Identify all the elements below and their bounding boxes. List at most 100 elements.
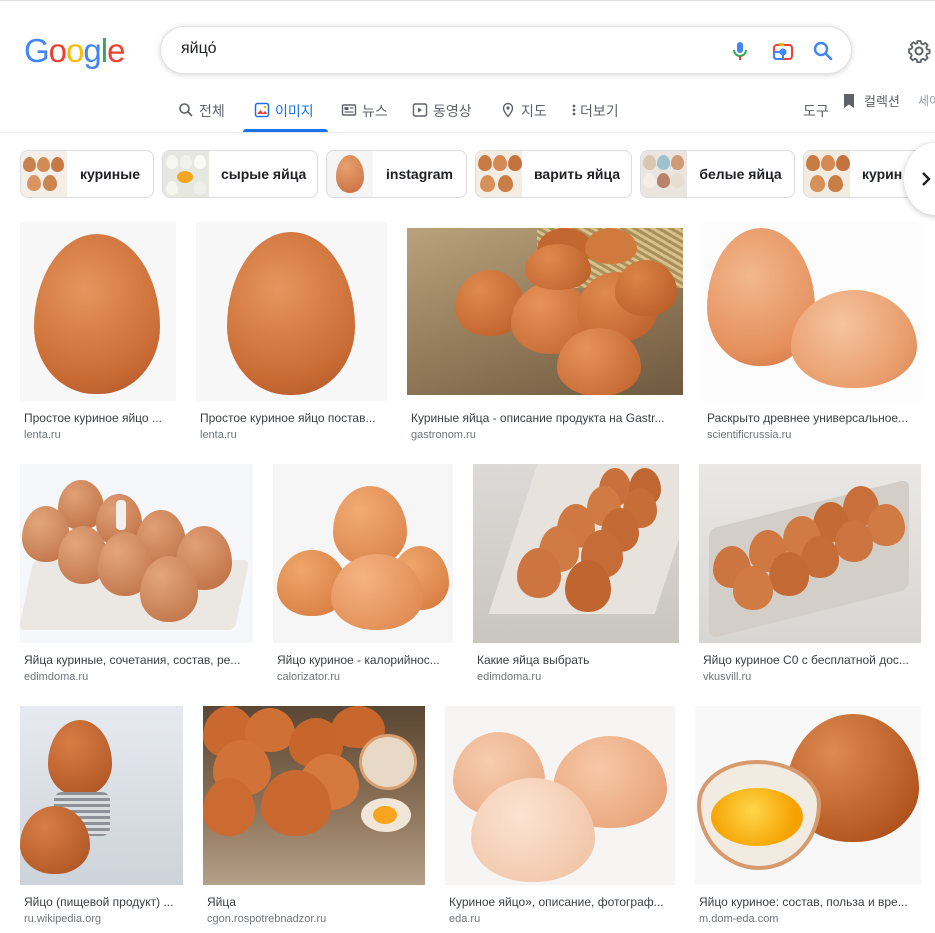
settings-gear-icon[interactable] [907,39,931,63]
chip-white-eggs[interactable]: белые яйца [640,150,795,198]
result-thumbnail[interactable] [273,464,453,643]
tab-label: 지도 [521,103,547,119]
image-result[interactable]: Яйцо куриное: состав, польза и вре... m.… [695,706,921,928]
result-title[interactable]: Яйца куриные, сочетания, состав, ре... [24,653,251,667]
result-source[interactable]: scientificrussia.ru [707,429,791,441]
chip-label: instagram [386,166,453,182]
search-icon[interactable] [811,39,835,63]
image-result[interactable]: Простое куриное яйцо ... lenta.ru [20,222,176,442]
more-dots-icon [572,104,576,116]
microphone-icon[interactable] [728,39,752,63]
tab-news[interactable]: 뉴스 [341,96,388,132]
tab-videos[interactable]: 동영상 [412,96,472,132]
logo-letter: o [48,32,67,69]
safesearch-button[interactable]: 세이 [918,92,935,109]
result-thumbnail[interactable] [699,464,921,643]
image-result[interactable]: Яйцо куриное С0 с бесплатной дос... vkus… [699,464,921,686]
image-result[interactable]: Простое куриное яйцо постав... lenta.ru [196,222,387,442]
tab-label: 동영상 [433,103,472,119]
result-title[interactable]: Какие яйца выбрать [477,653,677,667]
result-thumbnail[interactable] [203,706,425,885]
result-title[interactable]: Яйцо куриное С0 с бесплатной дос... [703,653,919,667]
tab-label: 더보기 [580,103,619,119]
tools-button[interactable]: 도구 [803,101,829,121]
result-source[interactable]: edimdoma.ru [477,671,541,683]
result-thumbnail[interactable] [20,706,183,885]
chip-boil-eggs[interactable]: варить яйца [475,150,632,198]
image-result[interactable]: Яйца cgon.rospotrebnadzor.ru [203,706,425,928]
chevron-right-icon [922,172,931,186]
result-source[interactable]: gastronom.ru [411,429,476,441]
chip-kurinye[interactable]: куриные [20,150,154,198]
search-input[interactable]: яйцо́ [181,40,216,58]
tab-all[interactable]: 전체 [178,96,225,132]
result-thumbnail[interactable] [473,464,679,643]
search-icon [179,103,193,117]
tab-maps[interactable]: 지도 [500,96,547,132]
result-title[interactable]: Яйцо куриное: состав, польза и вре... [699,895,919,909]
result-title[interactable]: Куриное яйцо», описание, фотограф... [449,895,673,909]
result-thumbnail[interactable] [695,706,921,885]
result-title[interactable]: Куриные яйца - описание продукта на Gast… [411,411,679,425]
result-source[interactable]: ru.wikipedia.org [24,913,101,925]
result-source[interactable]: lenta.ru [200,429,237,441]
chip-label: куриные [80,166,140,182]
image-result[interactable]: Куриные яйца - описание продукта на Gast… [407,228,683,442]
result-thumbnail[interactable] [407,228,683,395]
news-icon [341,104,357,116]
result-title[interactable]: Яйца [207,895,423,909]
google-logo[interactable]: Google [24,32,125,70]
chip-raw-eggs[interactable]: сырые яйца [162,150,318,198]
result-source[interactable]: m.dom-eda.com [699,913,778,925]
result-thumbnail[interactable] [196,222,387,401]
logo-letter: G [24,32,50,69]
result-title[interactable]: Раскрыто древнее универсальное... [707,411,919,425]
result-thumbnail[interactable] [20,464,253,643]
image-result[interactable]: Яйцо куриное - калорийнос... calorizator… [273,464,453,686]
chip-label: белые яйца [699,166,782,182]
camera-lens-icon[interactable] [771,39,795,63]
image-result[interactable]: Какие яйца выбрать edimdoma.ru [473,464,679,686]
result-thumbnail[interactable] [703,222,921,401]
chip-instagram[interactable]: instagram [326,150,467,198]
location-pin-icon [502,102,514,118]
tab-more[interactable]: 더보기 [570,96,619,132]
result-source[interactable]: lenta.ru [24,429,61,441]
result-title[interactable]: Яйцо куриное - калорийнос... [277,653,451,667]
chip-label: сырые яйца [221,166,307,182]
result-title[interactable]: Простое куриное яйцо ... [24,411,174,425]
result-title[interactable]: Простое куриное яйцо постав... [200,411,385,425]
video-icon [412,103,428,117]
result-thumbnail[interactable] [445,706,675,885]
header-divider [0,132,935,133]
result-thumbnail[interactable] [20,222,176,401]
chip-thumbnail [804,151,850,197]
result-source[interactable]: edimdoma.ru [24,671,88,683]
result-title[interactable]: Яйцо (пищевой продукт) ... [24,895,181,909]
image-result[interactable]: Яйца куриные, сочетания, состав, ре... e… [20,464,253,686]
collections-button[interactable]: 컬렉션 [842,91,900,110]
result-source[interactable]: eda.ru [449,913,480,925]
chip-thumbnail [327,151,373,197]
chip-thumbnail [641,151,687,197]
top-border [0,0,935,1]
logo-letter: g [83,32,101,69]
logo-letter: e [107,32,125,69]
result-source[interactable]: calorizator.ru [277,671,340,683]
related-chips: куриные сырые яйца instagram варить яйца [20,150,935,198]
search-box[interactable]: яйцо́ [160,26,852,74]
image-result[interactable]: Раскрыто древнее универсальное... scient… [703,222,921,442]
logo-letter: o [66,32,84,69]
tab-images[interactable]: 이미지 [243,96,328,132]
image-icon [254,102,270,118]
result-source[interactable]: cgon.rospotrebnadzor.ru [207,913,326,925]
image-result[interactable]: Яйцо (пищевой продукт) ... ru.wikipedia.… [20,706,183,928]
tab-label: 전체 [199,103,225,119]
result-source[interactable]: vkusvill.ru [703,671,751,683]
bookmark-icon [844,93,854,108]
chip-thumbnail [21,151,67,197]
tab-label: 뉴스 [362,103,388,119]
image-result[interactable]: Куриное яйцо», описание, фотограф... eda… [445,706,675,928]
tab-label: 이미지 [275,103,314,119]
chip-label: варить яйца [534,166,621,182]
